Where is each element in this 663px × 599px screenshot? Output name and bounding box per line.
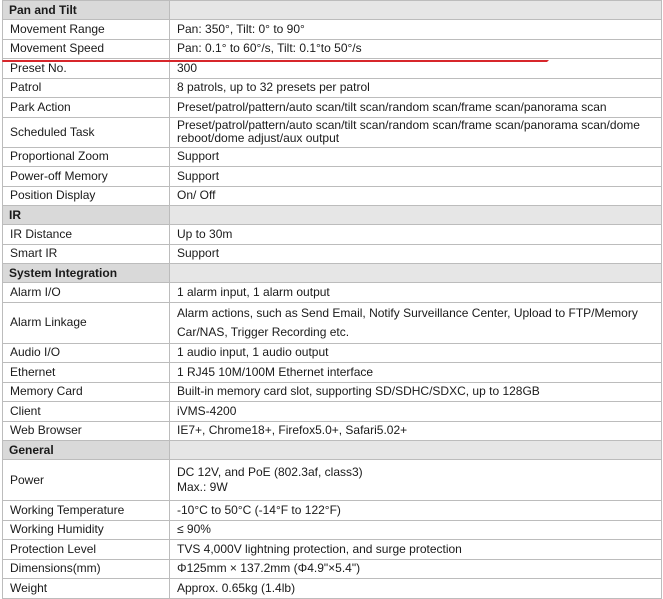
section-title: IR xyxy=(2,205,170,225)
spec-value: ≤ 90% xyxy=(169,519,662,540)
spec-value: On/ Off xyxy=(169,185,662,206)
table-row: Web Browser IE7+, Chrome18+, Firefox5.0+… xyxy=(2,420,662,441)
spec-label: Movement Speed xyxy=(2,38,170,59)
table-row: Patrol 8 patrols, up to 32 presets per p… xyxy=(2,77,662,98)
spec-value: Pan: 0.1° to 60°/s, Tilt: 0.1°to 50°/s xyxy=(169,38,662,59)
spec-value: Preset/patrol/pattern/auto scan/tilt sca… xyxy=(169,97,662,118)
table-row: Position Display On/ Off xyxy=(2,185,662,206)
spec-value: -10°C to 50°C (-14°F to 122°F) xyxy=(169,500,662,521)
table-row: Working Temperature -10°C to 50°C (-14°F… xyxy=(2,500,662,521)
spec-value: TVS 4,000V lightning protection, and sur… xyxy=(169,539,662,560)
spec-value: iVMS-4200 xyxy=(169,401,662,422)
spec-label: Client xyxy=(2,401,170,422)
spec-value: DC 12V, and PoE (802.3af, class3) Max.: … xyxy=(169,459,662,501)
table-row: Movement Speed Pan: 0.1° to 60°/s, Tilt:… xyxy=(2,38,662,59)
spec-label: Alarm Linkage xyxy=(2,301,170,344)
section-header-system-integration: System Integration xyxy=(2,263,662,283)
spec-value: 1 RJ45 10M/100M Ethernet interface xyxy=(169,362,662,383)
highlight-underline xyxy=(2,60,542,62)
spec-value: 1 alarm input, 1 alarm output xyxy=(169,282,662,303)
spec-label: Power-off Memory xyxy=(2,166,170,187)
power-line-2: Max.: 9W xyxy=(177,480,228,494)
spec-label: Dimensions(mm) xyxy=(2,558,170,579)
spec-label: IR Distance xyxy=(2,224,170,245)
table-row: Park Action Preset/patrol/pattern/auto s… xyxy=(2,97,662,118)
spec-value: Preset/patrol/pattern/auto scan/tilt sca… xyxy=(169,116,662,148)
table-row: Proportional Zoom Support xyxy=(2,146,662,167)
spec-value: IE7+, Chrome18+, Firefox5.0+, Safari5.02… xyxy=(169,420,662,441)
spec-label: Memory Card xyxy=(2,381,170,402)
spec-label: Protection Level xyxy=(2,539,170,560)
spec-sheet: Pan and Tilt Movement Range Pan: 350°, T… xyxy=(2,0,662,599)
table-row: Alarm Linkage Alarm actions, such as Sen… xyxy=(2,301,662,344)
power-line-1: DC 12V, and PoE (802.3af, class3) xyxy=(177,465,363,479)
table-row: Protection Level TVS 4,000V lightning pr… xyxy=(2,539,662,560)
table-row: Alarm I/O 1 alarm input, 1 alarm output xyxy=(2,282,662,303)
spec-value: Support xyxy=(169,146,662,167)
spec-value: Alarm actions, such as Send Email, Notif… xyxy=(169,301,662,344)
table-row: Client iVMS-4200 xyxy=(2,401,662,422)
table-row: Scheduled Task Preset/patrol/pattern/aut… xyxy=(2,116,662,148)
table-row: Smart IR Support xyxy=(2,243,662,264)
spec-value: Pan: 350°, Tilt: 0° to 90° xyxy=(169,19,662,40)
section-header-ir: IR xyxy=(2,205,662,225)
table-row: Working Humidity ≤ 90% xyxy=(2,519,662,540)
spec-label: Position Display xyxy=(2,185,170,206)
table-row: IR Distance Up to 30m xyxy=(2,224,662,245)
spec-label: Web Browser xyxy=(2,420,170,441)
spec-label: Ethernet xyxy=(2,362,170,383)
spec-label: Proportional Zoom xyxy=(2,146,170,167)
table-row: Power DC 12V, and PoE (802.3af, class3) … xyxy=(2,459,662,501)
spec-value: Support xyxy=(169,243,662,264)
spec-label: Working Temperature xyxy=(2,500,170,521)
spec-value: Built-in memory card slot, supporting SD… xyxy=(169,381,662,402)
spec-label: Patrol xyxy=(2,77,170,98)
table-row: Audio I/O 1 audio input, 1 audio output xyxy=(2,342,662,363)
spec-label: Alarm I/O xyxy=(2,282,170,303)
table-row: Power-off Memory Support xyxy=(2,166,662,187)
spec-value: Support xyxy=(169,166,662,187)
spec-value: 1 audio input, 1 audio output xyxy=(169,342,662,363)
spec-table: Pan and Tilt Movement Range Pan: 350°, T… xyxy=(2,0,662,599)
spec-value: Approx. 0.65kg (1.4lb) xyxy=(169,578,662,599)
table-row: Movement Range Pan: 350°, Tilt: 0° to 90… xyxy=(2,19,662,40)
section-title: System Integration xyxy=(2,263,170,283)
spec-value: Up to 30m xyxy=(169,224,662,245)
spec-label: Weight xyxy=(2,578,170,599)
spec-label: Park Action xyxy=(2,97,170,118)
table-row: Ethernet 1 RJ45 10M/100M Ethernet interf… xyxy=(2,362,662,383)
table-row: Dimensions(mm) Φ125mm × 137.2mm (Φ4.9"×5… xyxy=(2,558,662,579)
table-row: Memory Card Built-in memory card slot, s… xyxy=(2,381,662,402)
spec-label: Movement Range xyxy=(2,19,170,40)
spec-label: Power xyxy=(2,459,170,501)
section-title: General xyxy=(2,440,170,460)
spec-label: Smart IR xyxy=(2,243,170,264)
spec-label: Audio I/O xyxy=(2,342,170,363)
spec-value: 8 patrols, up to 32 presets per patrol xyxy=(169,77,662,98)
section-header-pan-tilt: Pan and Tilt xyxy=(2,0,662,20)
section-header-general: General xyxy=(2,440,662,460)
spec-label: Scheduled Task xyxy=(2,116,170,148)
section-title: Pan and Tilt xyxy=(2,0,170,20)
spec-value: Φ125mm × 137.2mm (Φ4.9"×5.4") xyxy=(169,558,662,579)
table-row: Weight Approx. 0.65kg (1.4lb) xyxy=(2,578,662,599)
spec-label: Working Humidity xyxy=(2,519,170,540)
